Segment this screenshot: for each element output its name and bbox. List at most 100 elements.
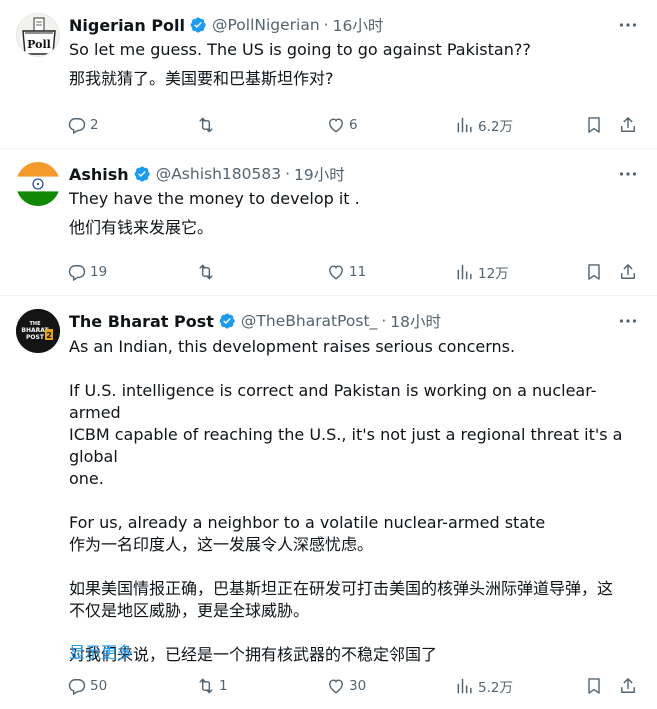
separator: ·: [285, 165, 291, 183]
tweet-line: So let me guess. The US is going to go a…: [69, 40, 531, 59]
like-count: 11: [349, 264, 367, 280]
svg-text:POST: POST: [26, 334, 45, 341]
reply-icon: [68, 118, 86, 135]
reply-count: 19: [90, 264, 108, 280]
view-count: 5.2万: [478, 680, 513, 696]
share-icon: [621, 264, 635, 279]
tweet-line: one.: [69, 469, 104, 488]
verified-badge-icon: [189, 16, 207, 34]
views-button[interactable]: 12万: [455, 261, 509, 283]
tweet-line: If U.S. intelligence is correct and Paki…: [69, 381, 597, 422]
tweet-text: So let me guess. The US is going to go a…: [69, 38, 639, 90]
timestamp[interactable]: 18小时: [390, 310, 441, 332]
avatar-bharat-post[interactable]: THE BHARAT POST 2: [16, 309, 60, 353]
reply-count: 2: [90, 117, 99, 133]
tweet[interactable]: THE BHARAT POST 2 The Bharat Post @TheBh…: [0, 296, 657, 709]
views-icon: [457, 678, 472, 694]
tweet-translation: 如果美国情报正确，巴基斯坦正在研发可打击美国的核弹头洲际弹道导弹，这: [69, 579, 614, 598]
tweet-translation: 不仅是地区威胁，更是全球威胁。: [69, 601, 310, 620]
tweet-translation: 那我就猜了。美国要和巴基斯坦作对?: [69, 69, 334, 88]
bookmark-button[interactable]: [584, 114, 604, 136]
retweet-count: 1: [219, 678, 228, 694]
views-button[interactable]: 6.2万: [455, 114, 513, 136]
tweet-line: They have the money to develop it .: [69, 189, 360, 208]
reply-icon: [68, 265, 86, 282]
author-name[interactable]: Ashish: [69, 165, 129, 184]
tweet-line: For us, already a neighbor to a volatile…: [69, 513, 546, 532]
reply-button[interactable]: 2: [67, 114, 99, 136]
view-count: 12万: [478, 266, 509, 282]
tweet-header: The Bharat Post @TheBharatPost_ · 18小时: [69, 309, 441, 333]
like-icon: [329, 118, 343, 133]
bookmark-button[interactable]: [584, 675, 604, 697]
separator: ·: [323, 16, 329, 34]
author-name[interactable]: The Bharat Post: [69, 312, 214, 331]
like-icon: [329, 679, 343, 694]
like-button[interactable]: 11: [326, 261, 366, 283]
share-button[interactable]: [618, 675, 638, 697]
verified-badge-icon: [133, 165, 151, 183]
svg-text:Poll: Poll: [27, 38, 51, 51]
views-button[interactable]: 5.2万: [455, 675, 513, 697]
view-count: 6.2万: [478, 119, 513, 135]
india-flag-icon: [16, 162, 60, 206]
like-count: 30: [349, 678, 367, 694]
ballot-box-icon: Poll: [17, 14, 59, 56]
share-icon: [621, 117, 635, 132]
bookmark-icon: [588, 678, 600, 694]
author-handle[interactable]: @PollNigerian: [212, 16, 320, 34]
avatar-nigerian-poll[interactable]: Poll: [16, 13, 60, 57]
reply-icon: [68, 679, 86, 696]
author-handle[interactable]: @TheBharatPost_: [241, 312, 377, 330]
like-button[interactable]: 30: [326, 675, 366, 697]
bookmark-icon: [588, 264, 600, 280]
show-more-link[interactable]: 显示更多: [69, 639, 133, 663]
like-count: 6: [349, 117, 358, 133]
tweet-translation: 作为一名印度人，这一发展令人深感忧虑。: [69, 535, 374, 554]
views-icon: [457, 264, 472, 280]
bharat-post-logo-icon: THE BHARAT POST 2: [16, 309, 60, 353]
retweet-button[interactable]: [196, 261, 219, 283]
author-handle[interactable]: @Ashish180583: [156, 165, 281, 183]
action-bar: 2 6 6.2万: [67, 114, 647, 136]
bookmark-button[interactable]: [584, 261, 604, 283]
more-icon[interactable]: [617, 16, 639, 34]
reply-count: 50: [90, 678, 108, 694]
share-button[interactable]: [618, 114, 638, 136]
more-icon[interactable]: [617, 165, 639, 183]
more-icon[interactable]: [617, 312, 639, 330]
retweet-button[interactable]: 1: [196, 675, 228, 697]
tweet-header: Ashish @Ashish180583 · 19小时: [69, 162, 345, 186]
timestamp[interactable]: 16小时: [333, 14, 384, 36]
views-icon: [457, 117, 472, 133]
retweet-icon: [199, 117, 213, 133]
timestamp[interactable]: 19小时: [294, 163, 345, 185]
tweet[interactable]: Ashish @Ashish180583 · 19小时 They have th…: [0, 149, 657, 296]
like-button[interactable]: 6: [326, 114, 358, 136]
separator: ·: [381, 312, 387, 330]
tweet-header: Nigerian Poll @PollNigerian · 16小时: [69, 13, 383, 37]
share-icon: [621, 678, 635, 693]
retweet-icon: [199, 678, 213, 694]
retweet-icon: [199, 264, 213, 280]
retweet-button[interactable]: [196, 114, 219, 136]
tweet[interactable]: Poll Nigerian Poll @PollNigerian · 16小时 …: [0, 0, 657, 149]
svg-text:2: 2: [46, 331, 52, 340]
reply-button[interactable]: 50: [67, 675, 107, 697]
author-name[interactable]: Nigerian Poll: [69, 16, 185, 35]
share-button[interactable]: [618, 261, 638, 283]
tweet-text: As an Indian, this development raises se…: [69, 336, 639, 666]
tweet-text: They have the money to develop it . 他们有钱…: [69, 187, 639, 239]
tweet-translation: 他们有钱来发展它。: [69, 218, 214, 237]
reply-button[interactable]: 19: [67, 261, 107, 283]
avatar-ashish[interactable]: [16, 162, 60, 206]
like-icon: [329, 265, 343, 280]
action-bar: 50 1 30 5.2万: [67, 675, 647, 697]
verified-badge-icon: [218, 312, 236, 330]
tweet-translation: 对我们来说，已经是一个拥有核武器的不稳定邻国了: [69, 645, 438, 664]
bookmark-icon: [588, 117, 600, 133]
tweet-line: As an Indian, this development raises se…: [69, 337, 516, 356]
